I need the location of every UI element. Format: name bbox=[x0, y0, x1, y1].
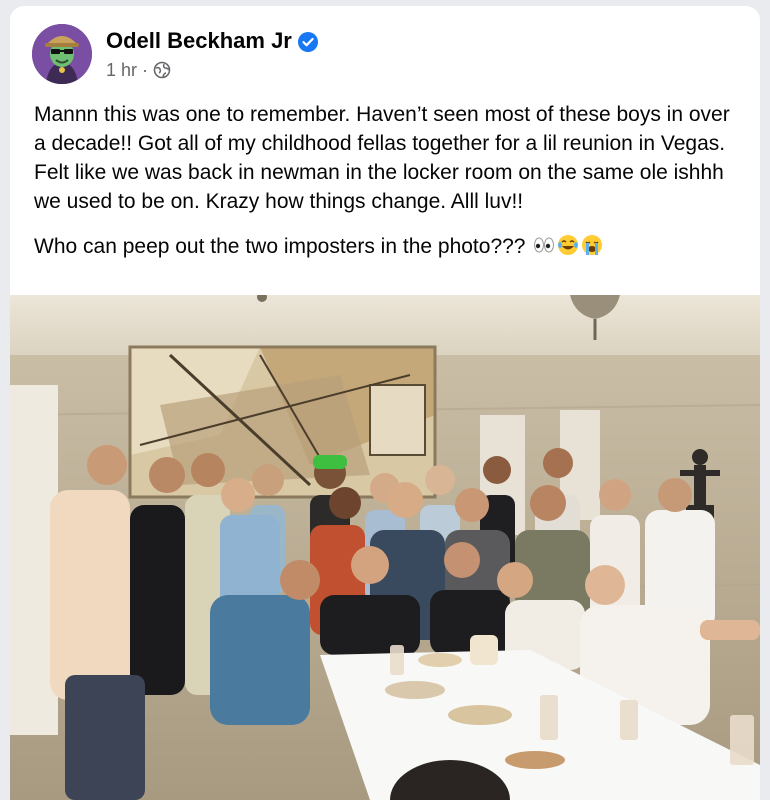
loudly-crying-emoji-icon bbox=[582, 235, 603, 255]
globe-icon bbox=[153, 61, 171, 79]
post-photo[interactable] bbox=[10, 295, 760, 800]
post-paragraph-2-row: Who can peep out the two imposters in th… bbox=[34, 232, 744, 261]
post-body: Mannn this was one to remember. Haven’t … bbox=[34, 100, 744, 277]
eyes-emoji-icon bbox=[534, 237, 555, 253]
tears-of-joy-emoji-icon bbox=[558, 235, 579, 255]
avatar-cartoon-icon bbox=[32, 24, 92, 84]
verified-badge-icon bbox=[297, 32, 318, 53]
author-name-row: Odell Beckham Jr bbox=[106, 28, 318, 54]
post-meta: 1 hr · bbox=[106, 60, 171, 81]
post-paragraph-1: Mannn this was one to remember. Haven’t … bbox=[34, 103, 730, 213]
meta-separator: · bbox=[142, 60, 149, 80]
post-card: Odell Beckham Jr 1 hr · Mannn this was o… bbox=[10, 6, 760, 800]
author-name[interactable]: Odell Beckham Jr bbox=[106, 28, 292, 53]
post-header: Odell Beckham Jr 1 hr · bbox=[32, 24, 732, 88]
post-paragraph-2: Who can peep out the two imposters in th… bbox=[34, 235, 526, 258]
group-dinner-photo bbox=[10, 295, 760, 800]
author-avatar[interactable] bbox=[32, 24, 92, 84]
post-timestamp[interactable]: 1 hr bbox=[106, 60, 137, 80]
